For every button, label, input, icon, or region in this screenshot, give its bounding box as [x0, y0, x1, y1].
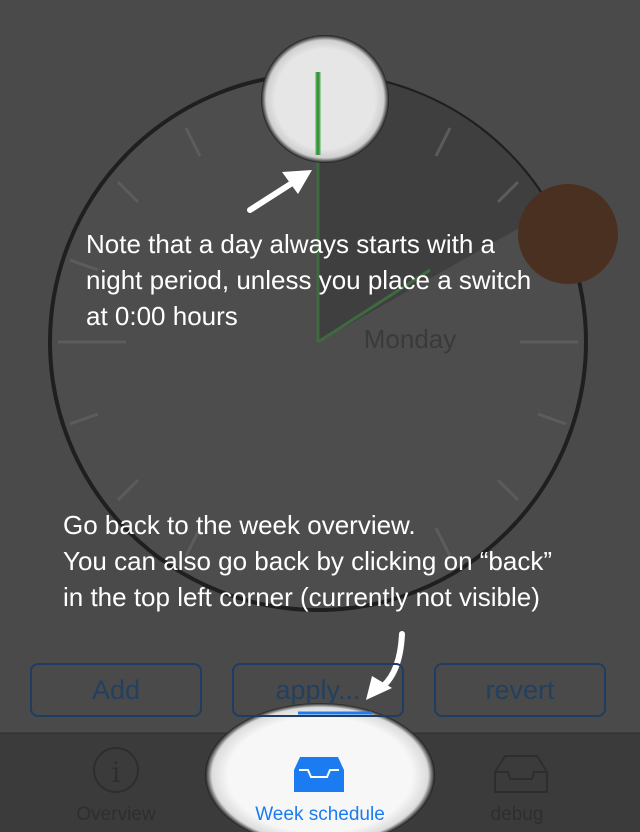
tip-line: You can also go back by clicking on “bac… [63, 546, 552, 576]
tip-night-period: Note that a day always starts with a nig… [86, 226, 531, 334]
tip-line: at 0:00 hours [86, 301, 238, 331]
svg-text:i: i [112, 756, 121, 789]
tip-line: Note that a day always starts with a [86, 229, 495, 259]
add-button[interactable]: Add [30, 663, 202, 717]
tip-line: in the top left corner (currently not vi… [63, 582, 540, 612]
apply-button[interactable]: apply... [232, 663, 404, 717]
tip-line: Go back to the week overview. [63, 510, 416, 540]
tab-debug[interactable]: debug [437, 804, 597, 826]
tip-line: night period, unless you place a switch [86, 265, 532, 295]
switch-handle[interactable] [518, 184, 618, 284]
tab-week-schedule[interactable]: Week schedule [240, 804, 400, 826]
tip-go-back: Go back to the week overview. You can al… [63, 507, 552, 615]
revert-button[interactable]: revert [434, 663, 606, 717]
inbox-tray-icon[interactable] [294, 757, 344, 792]
tab-overview[interactable]: Overview [36, 804, 196, 826]
magnifier-top [261, 35, 389, 163]
